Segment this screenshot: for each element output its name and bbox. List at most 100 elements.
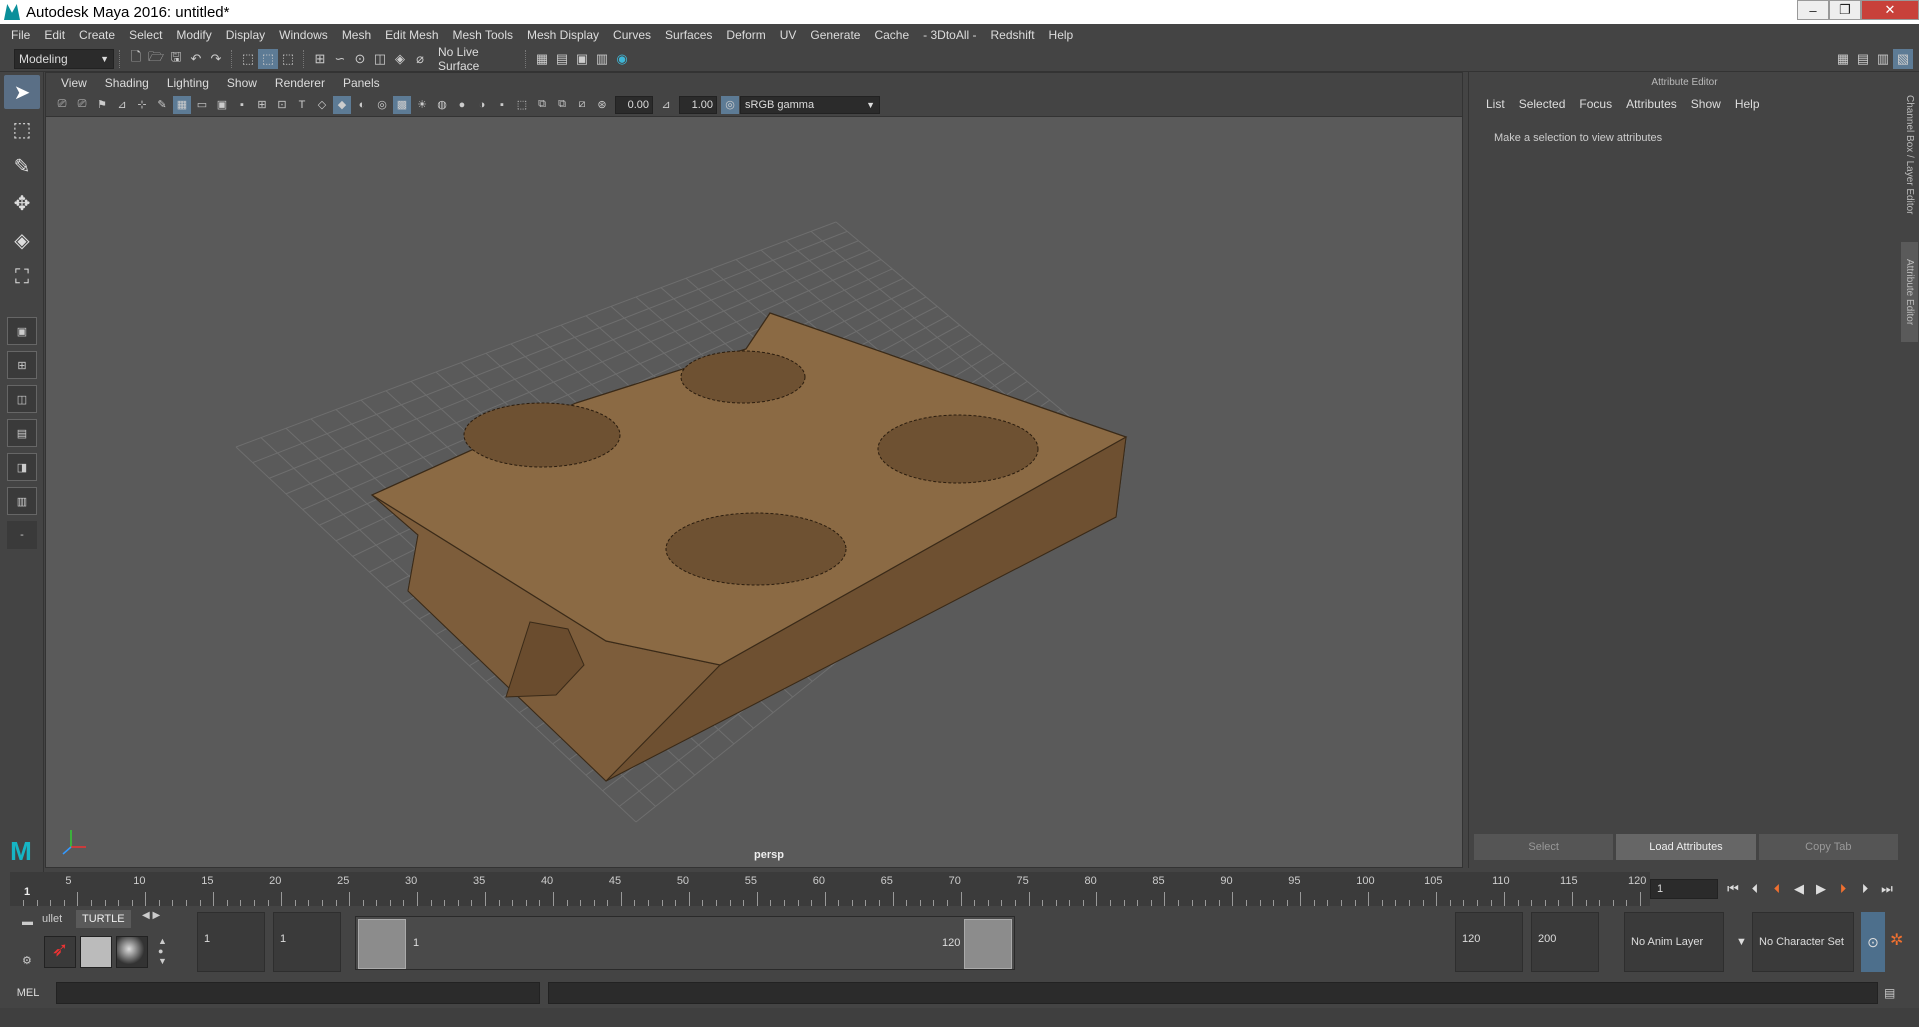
- viewport-menu-panels[interactable]: Panels: [334, 76, 389, 90]
- range-start-handle[interactable]: [358, 919, 406, 969]
- menu-set-dropdown[interactable]: Modeling ▼: [14, 48, 114, 69]
- menu-select[interactable]: Select: [122, 28, 169, 42]
- viewport-panel[interactable]: View Shading Lighting Show Renderer Pane…: [45, 72, 1463, 868]
- field-chart-icon[interactable]: ⊞: [253, 96, 271, 114]
- xray-joints-icon[interactable]: ⧉: [553, 96, 571, 114]
- image-plane-icon[interactable]: ⊿: [113, 96, 131, 114]
- gate-mask-icon[interactable]: ▪: [233, 96, 251, 114]
- toggle-modeling-toolkit-icon[interactable]: ▦: [1833, 49, 1853, 69]
- menu-help[interactable]: Help: [1042, 28, 1081, 42]
- motion-blur-icon[interactable]: ◑: [473, 96, 491, 114]
- menu-windows[interactable]: Windows: [272, 28, 335, 42]
- open-scene-icon[interactable]: 🗁: [146, 49, 166, 69]
- select-by-object-icon[interactable]: ⬚: [258, 48, 278, 69]
- toggle-channel-box-icon[interactable]: ▧: [1893, 48, 1913, 69]
- render-settings-icon[interactable]: ▦: [532, 49, 552, 69]
- menu-mesh[interactable]: Mesh: [335, 28, 378, 42]
- rotate-tool-icon[interactable]: ◈: [4, 223, 40, 257]
- xray-components-icon[interactable]: ⧄: [573, 96, 591, 114]
- anim-layer-dropdown[interactable]: No Anim Layer: [1624, 912, 1724, 972]
- menu-display[interactable]: Display: [219, 28, 272, 42]
- paint-select-icon[interactable]: ✎: [4, 149, 40, 183]
- snap-curve-icon[interactable]: ∽: [330, 49, 350, 69]
- wireframe-on-shaded-icon[interactable]: ◎: [373, 96, 391, 114]
- tab-attribute-editor[interactable]: Attribute Editor: [1901, 242, 1918, 342]
- select-by-component-icon[interactable]: ⬚: [278, 49, 298, 69]
- menu-edit[interactable]: Edit: [37, 28, 72, 42]
- scale-tool-icon[interactable]: ⛶: [4, 260, 40, 294]
- menu-file[interactable]: File: [4, 28, 37, 42]
- safe-action-icon[interactable]: ⊡: [273, 96, 291, 114]
- gamma-field[interactable]: 1.00: [679, 95, 717, 114]
- menu-curves[interactable]: Curves: [606, 28, 658, 42]
- shadows-icon[interactable]: ◍: [433, 96, 451, 114]
- menu-mesh-tools[interactable]: Mesh Tools: [446, 28, 520, 42]
- attr-menu-help[interactable]: Help: [1728, 97, 1767, 111]
- use-all-lights-icon[interactable]: ☀: [413, 96, 431, 114]
- menu-mesh-display[interactable]: Mesh Display: [520, 28, 606, 42]
- menu-modify[interactable]: Modify: [169, 28, 218, 42]
- undo-icon[interactable]: ↶: [186, 49, 206, 69]
- snap-grid-icon[interactable]: ⊞: [310, 49, 330, 69]
- camera-attributes-icon[interactable]: ⎚: [73, 96, 91, 114]
- new-scene-icon[interactable]: 🗋: [126, 49, 146, 69]
- color-management-icon[interactable]: ◎: [721, 95, 739, 114]
- render-shelf-icon[interactable]: ➶: [44, 936, 76, 968]
- collapse-icon[interactable]: -: [7, 521, 37, 549]
- snap-live-icon[interactable]: ⌀: [410, 49, 430, 69]
- move-tool-icon[interactable]: ✥: [4, 186, 40, 220]
- current-frame-field[interactable]: 1: [1650, 879, 1718, 899]
- sphere-shelf-icon[interactable]: [116, 936, 148, 968]
- script-editor-icon[interactable]: ▤: [1884, 986, 1895, 1000]
- persp-uv-layout-icon[interactable]: ▥: [7, 487, 37, 515]
- cardboard-cup-carrier-model[interactable]: [370, 312, 1128, 782]
- redo-icon[interactable]: ↷: [206, 49, 226, 69]
- four-view-layout-icon[interactable]: ⊞: [7, 351, 37, 379]
- shelf-menu-icon[interactable]: ▬: [22, 916, 33, 928]
- persp-hypershade-layout-icon[interactable]: ◨: [7, 453, 37, 481]
- command-input[interactable]: [56, 982, 540, 1004]
- step-forward-key-icon[interactable]: ⏵: [1832, 881, 1854, 897]
- menu-generate[interactable]: Generate: [803, 28, 867, 42]
- character-set-dropdown[interactable]: No Character Set: [1752, 912, 1854, 972]
- safe-title-icon[interactable]: T: [293, 96, 311, 114]
- snap-point-icon[interactable]: ⊙: [350, 49, 370, 69]
- grid-icon[interactable]: ▦: [173, 95, 191, 114]
- close-button[interactable]: ✕: [1861, 0, 1919, 20]
- toggle-outliner-icon[interactable]: ▤: [1853, 49, 1873, 69]
- viewport-menu-shading[interactable]: Shading: [96, 76, 158, 90]
- shelf-tab-turtle[interactable]: TURTLE: [76, 910, 131, 928]
- smooth-shade-icon[interactable]: ◆: [333, 95, 351, 114]
- isolate-select-icon[interactable]: ⬚: [513, 96, 531, 114]
- menu-create[interactable]: Create: [72, 28, 122, 42]
- live-surface-field[interactable]: No Live Surface: [434, 45, 520, 73]
- playback-end-field[interactable]: 120: [1455, 912, 1523, 972]
- select-tool-icon[interactable]: ➤: [4, 75, 40, 109]
- grease-pencil-icon[interactable]: ✎: [153, 96, 171, 114]
- select-by-hierarchy-icon[interactable]: ⬚: [238, 49, 258, 69]
- wireframe-icon[interactable]: ◇: [313, 96, 331, 114]
- shelf-scroll-icon[interactable]: ▲ ● ▼: [158, 936, 167, 966]
- menu-redshift[interactable]: Redshift: [984, 28, 1042, 42]
- time-slider[interactable]: 5 10 15 20 25 30 35 40 45 50 55 60 65 70 75 80 85 90 95 100…: [10, 872, 1650, 906]
- step-forward-icon[interactable]: ⏵: [1854, 881, 1876, 897]
- ipr-render-icon[interactable]: ▥: [592, 49, 612, 69]
- menu-surfaces[interactable]: Surfaces: [658, 28, 719, 42]
- start-time-field[interactable]: 1: [197, 912, 265, 972]
- anti-aliasing-icon[interactable]: ▪: [493, 96, 511, 114]
- menu-cache[interactable]: Cache: [867, 28, 916, 42]
- two-d-pan-zoom-icon[interactable]: ⊹: [133, 96, 151, 114]
- step-back-icon[interactable]: ⏴: [1744, 881, 1766, 897]
- viewport-menu-view[interactable]: View: [52, 76, 96, 90]
- load-attributes-button[interactable]: Load Attributes: [1616, 834, 1756, 860]
- film-gate-icon[interactable]: ▭: [193, 96, 211, 114]
- menu-edit-mesh[interactable]: Edit Mesh: [378, 28, 445, 42]
- shelf-tab-bullet[interactable]: ullet: [36, 910, 68, 928]
- snap-surface-icon[interactable]: ◈: [390, 49, 410, 69]
- hypershade-icon[interactable]: ◉: [612, 49, 632, 69]
- shelf-settings-icon[interactable]: ⚙: [22, 954, 32, 967]
- maximize-button[interactable]: ❐: [1829, 0, 1861, 20]
- viewport-canvas[interactable]: [46, 117, 1462, 867]
- step-back-key-icon[interactable]: ⏴: [1766, 881, 1788, 897]
- script-language-toggle[interactable]: MEL: [0, 987, 56, 999]
